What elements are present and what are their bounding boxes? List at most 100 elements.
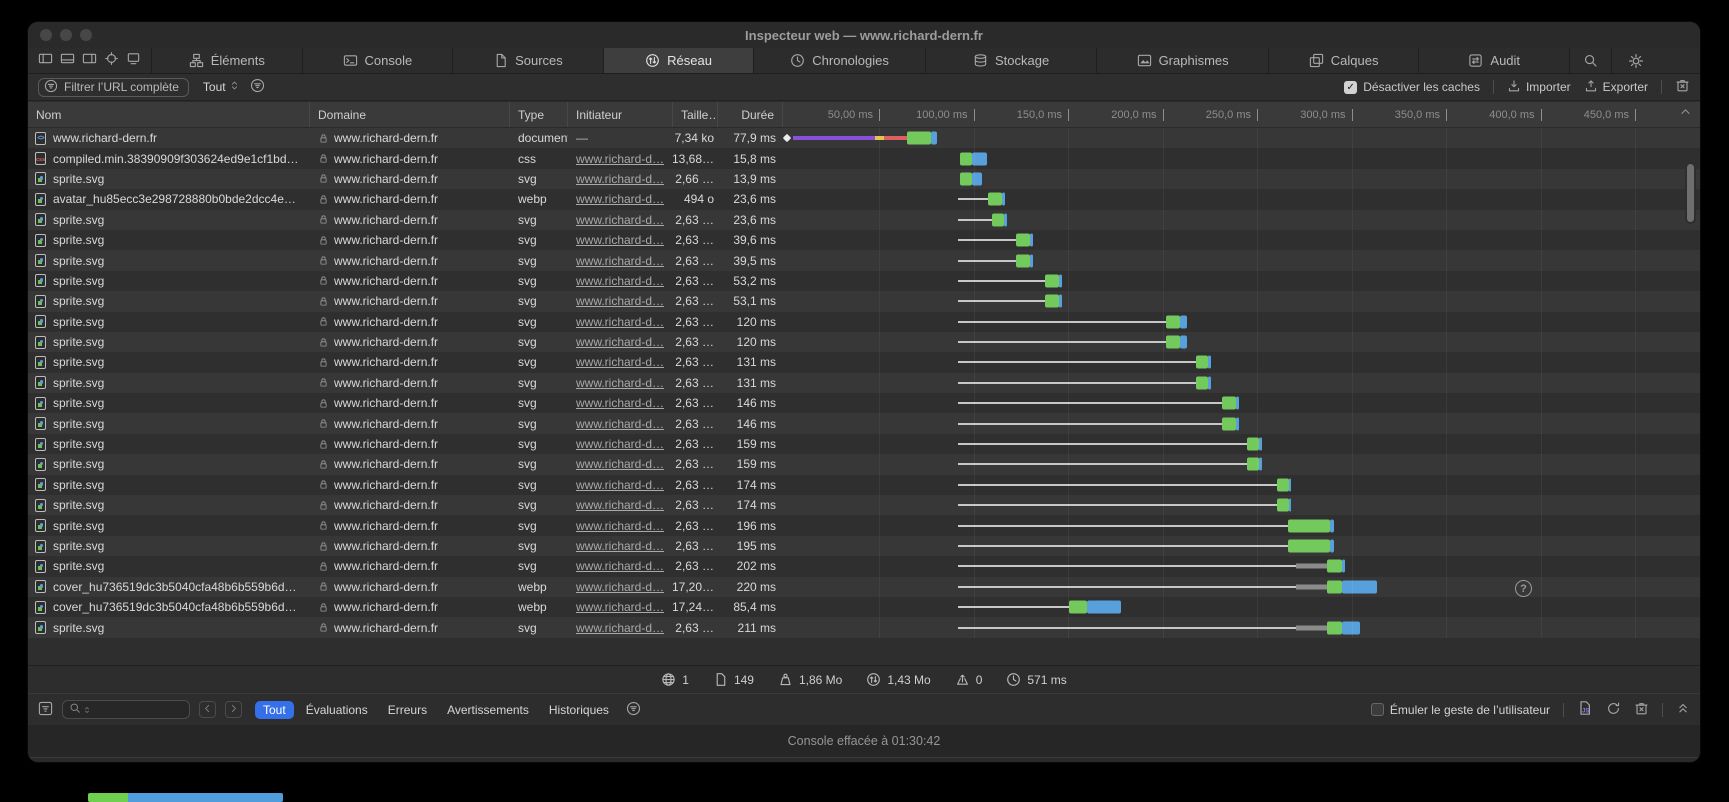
initiator-link[interactable]: www.richard-d…	[576, 233, 664, 247]
disable-caches-checkbox[interactable]: ✓ Désactiver les caches	[1344, 80, 1480, 94]
table-row[interactable]: www.richard-dern.frwww.richard-dern.frdo…	[28, 128, 1700, 148]
tab-sources[interactable]: Sources	[453, 48, 604, 73]
initiator-link[interactable]: www.richard-d…	[576, 254, 664, 268]
column-header-domaine[interactable]: Domaine	[310, 102, 510, 127]
vertical-scrollbar-thumb[interactable]	[1685, 162, 1696, 224]
scroll-up-button[interactable]	[1679, 105, 1692, 121]
console-filter-options-button[interactable]	[626, 701, 641, 719]
tab-réseau[interactable]: Réseau	[604, 48, 755, 73]
dock-panel-left-button[interactable]	[38, 51, 53, 71]
clear-network-button[interactable]	[1675, 78, 1690, 96]
duration-cell: 39,5 ms	[718, 250, 783, 270]
console-prompt[interactable]	[28, 758, 1700, 762]
table-row[interactable]: sprite.svgwww.richard-dern.frsvgwww.rich…	[28, 556, 1700, 576]
settings-button[interactable]	[1612, 48, 1660, 73]
initiator-link[interactable]: www.richard-d…	[576, 498, 664, 512]
previous-result-button[interactable]	[199, 701, 216, 718]
console-filter-button[interactable]	[38, 701, 53, 719]
table-row[interactable]: cover_hu736519dc3b5040cfa48b6b559b6de6ec…	[28, 597, 1700, 617]
initiator-link[interactable]: www.richard-d…	[576, 192, 664, 206]
initiator-link[interactable]: www.richard-d…	[576, 519, 664, 533]
tab-éléments[interactable]: Éléments	[152, 48, 303, 73]
initiator-link[interactable]: www.richard-d…	[576, 437, 664, 451]
table-row[interactable]: sprite.svgwww.richard-dern.frsvgwww.rich…	[28, 434, 1700, 454]
tab-console[interactable]: Console	[303, 48, 454, 73]
export-button[interactable]: Exporter	[1584, 79, 1648, 96]
table-row[interactable]: sprite.svgwww.richard-dern.frsvgwww.rich…	[28, 413, 1700, 433]
table-row[interactable]: avatar_hu85ecc3e298728880b0bde2dcc4e5c23…	[28, 189, 1700, 209]
initiator-link[interactable]: www.richard-d…	[576, 478, 664, 492]
console-scope-historiques[interactable]: Historiques	[541, 701, 617, 719]
tab-calques[interactable]: Calques	[1269, 48, 1420, 73]
initiator-link[interactable]: www.richard-d…	[576, 396, 664, 410]
table-row[interactable]: sprite.svgwww.richard-dern.frsvgwww.rich…	[28, 271, 1700, 291]
initiator-link[interactable]: www.richard-d…	[576, 355, 664, 369]
console-search-input[interactable]	[62, 700, 190, 719]
table-row[interactable]: sprite.svgwww.richard-dern.frsvgwww.rich…	[28, 169, 1700, 189]
table-row[interactable]: sprite.svgwww.richard-dern.frsvgwww.rich…	[28, 393, 1700, 413]
initiator-link[interactable]: www.richard-d…	[576, 294, 664, 308]
initiator-link[interactable]: www.richard-d…	[576, 335, 664, 349]
console-scope-erreurs[interactable]: Erreurs	[380, 701, 435, 719]
table-row[interactable]: sprite.svgwww.richard-dern.frsvgwww.rich…	[28, 617, 1700, 637]
table-row[interactable]: sprite.svgwww.richard-dern.frsvgwww.rich…	[28, 495, 1700, 515]
initiator-link[interactable]: www.richard-d…	[576, 457, 664, 471]
initiator-link[interactable]: www.richard-d…	[576, 172, 664, 186]
initiator-cell: www.richard-d…	[568, 495, 673, 515]
initiator-link[interactable]: www.richard-d…	[576, 417, 664, 431]
collapse-console-button[interactable]	[1676, 701, 1690, 718]
table-row[interactable]: compiled.min.38390909f303624ed9e1cf1bd3f…	[28, 148, 1700, 168]
help-button[interactable]: ?	[1515, 580, 1532, 597]
dock-panel-right-button[interactable]	[82, 51, 97, 71]
next-result-button[interactable]	[225, 701, 242, 718]
initiator-link[interactable]: www.richard-d…	[576, 580, 664, 594]
column-header-type[interactable]: Type	[510, 102, 568, 127]
table-row[interactable]: sprite.svgwww.richard-dern.frsvgwww.rich…	[28, 536, 1700, 556]
dock-device-button[interactable]	[126, 51, 141, 71]
table-row[interactable]: sprite.svgwww.richard-dern.frsvgwww.rich…	[28, 291, 1700, 311]
column-header-nom[interactable]: Nom	[28, 102, 310, 127]
column-header-initiateur[interactable]: Initiateur	[568, 102, 673, 127]
clear-console-button[interactable]	[1634, 701, 1649, 719]
table-row[interactable]: sprite.svgwww.richard-dern.frsvgwww.rich…	[28, 312, 1700, 332]
table-row[interactable]: sprite.svgwww.richard-dern.frsvgwww.rich…	[28, 373, 1700, 393]
resource-type-dropdown[interactable]: Tout	[203, 80, 240, 94]
emulate-user-gesture-checkbox[interactable]: Émuler le geste de l’utilisateur	[1371, 703, 1550, 717]
tab-chronologies[interactable]: Chronologies	[754, 48, 926, 73]
resource-name: sprite.svg	[53, 172, 104, 186]
tab-graphismes[interactable]: Graphismes	[1097, 48, 1269, 73]
table-row[interactable]: sprite.svgwww.richard-dern.frsvgwww.rich…	[28, 515, 1700, 535]
initiator-link[interactable]: www.richard-d…	[576, 152, 664, 166]
reload-icon[interactable]	[1606, 701, 1621, 719]
initiator-link[interactable]: www.richard-d…	[576, 539, 664, 553]
initiator-link[interactable]: www.richard-d…	[576, 621, 664, 635]
tab-stockage[interactable]: Stockage	[926, 48, 1098, 73]
table-row[interactable]: sprite.svgwww.richard-dern.frsvgwww.rich…	[28, 250, 1700, 270]
url-filter-input[interactable]: Filtrer l’URL complète	[38, 78, 189, 97]
js-context-icon[interactable]: JS	[1577, 700, 1593, 719]
table-row[interactable]: sprite.svgwww.richard-dern.frsvgwww.rich…	[28, 454, 1700, 474]
filter-options-button[interactable]	[250, 78, 265, 96]
column-header-dure[interactable]: Durée	[718, 102, 783, 127]
dock-panel-bottom-button[interactable]	[60, 51, 75, 71]
search-button[interactable]	[1570, 48, 1612, 73]
initiator-link[interactable]: www.richard-d…	[576, 600, 664, 614]
table-row[interactable]: sprite.svgwww.richard-dern.frsvgwww.rich…	[28, 230, 1700, 250]
initiator-link[interactable]: www.richard-d…	[576, 315, 664, 329]
table-row[interactable]: sprite.svgwww.richard-dern.frsvgwww.rich…	[28, 210, 1700, 230]
table-row[interactable]: sprite.svgwww.richard-dern.frsvgwww.rich…	[28, 352, 1700, 372]
initiator-link[interactable]: www.richard-d…	[576, 376, 664, 390]
initiator-link[interactable]: www.richard-d…	[576, 274, 664, 288]
import-button[interactable]: Importer	[1507, 79, 1571, 96]
initiator-link[interactable]: www.richard-d…	[576, 213, 664, 227]
table-row[interactable]: sprite.svgwww.richard-dern.frsvgwww.rich…	[28, 475, 1700, 495]
column-header-taille[interactable]: Taille…	[673, 102, 718, 127]
console-scope-avertissements[interactable]: Avertissements	[439, 701, 537, 719]
tab-audit[interactable]: Audit	[1419, 48, 1570, 73]
dock-target-button[interactable]	[104, 51, 119, 71]
initiator-link[interactable]: www.richard-d…	[576, 559, 664, 573]
table-row[interactable]: cover_hu736519dc3b5040cfa48b6b559b6de6ec…	[28, 577, 1700, 597]
table-row[interactable]: sprite.svgwww.richard-dern.frsvgwww.rich…	[28, 332, 1700, 352]
console-scope-tout[interactable]: Tout	[255, 701, 294, 719]
console-scope-évaluations[interactable]: Évaluations	[298, 701, 376, 719]
